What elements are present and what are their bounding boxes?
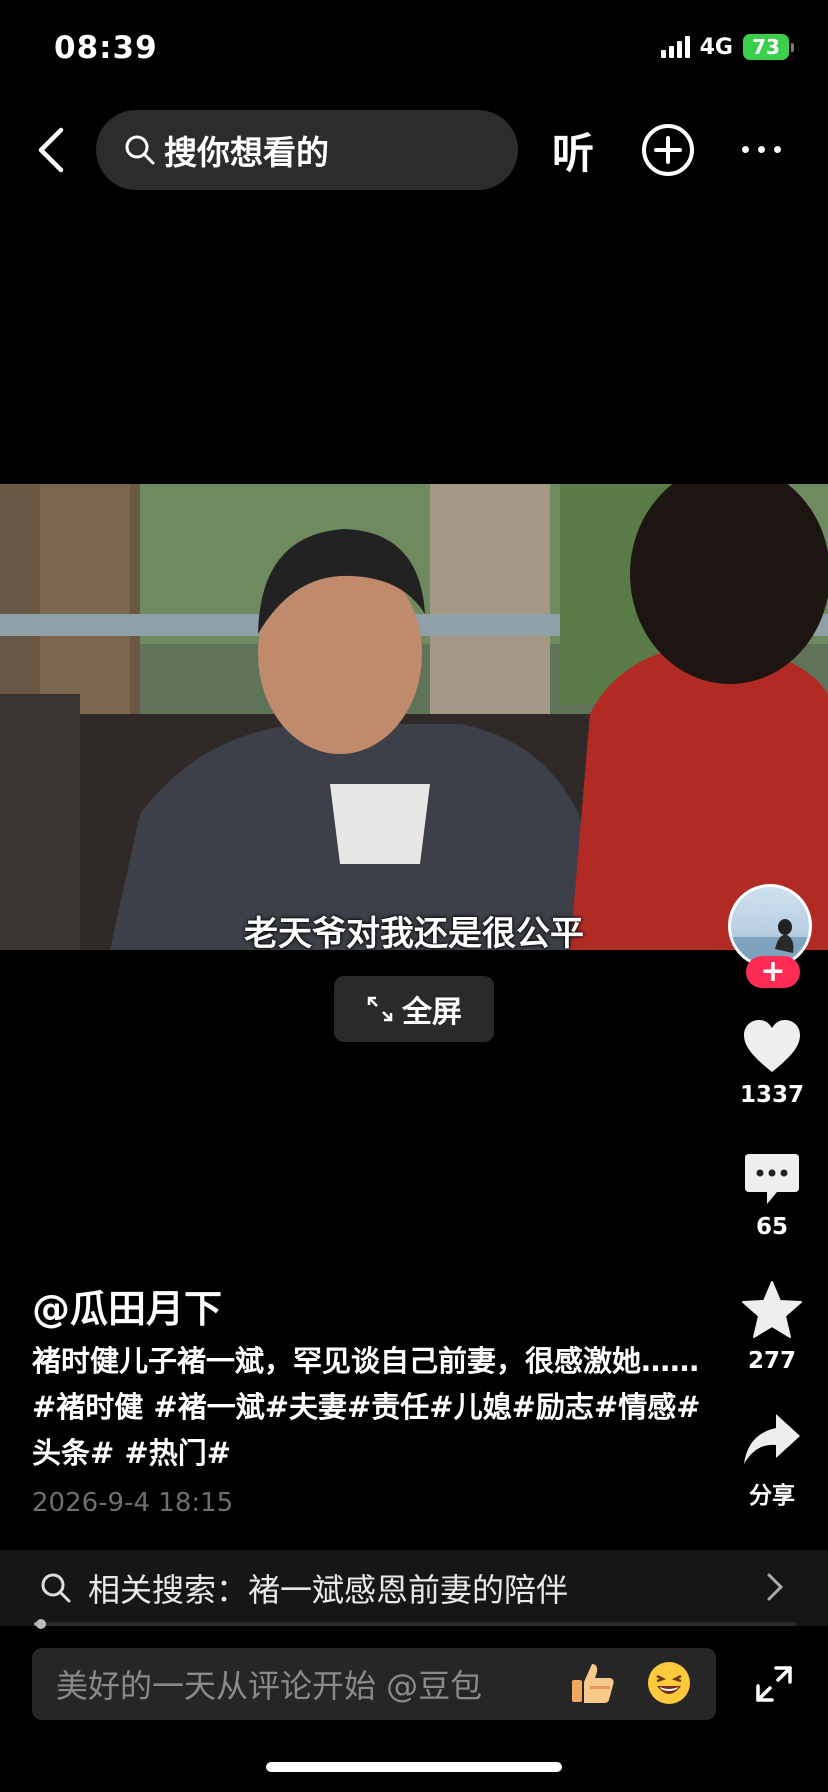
plus-circle-icon xyxy=(642,124,694,176)
post-date: 2026-9-4 18:15 xyxy=(32,1488,234,1518)
progress-handle[interactable] xyxy=(36,1619,46,1629)
listen-button[interactable]: 听 xyxy=(552,120,594,181)
laughing-emoji-button[interactable] xyxy=(646,1660,692,1706)
heart-icon xyxy=(744,1020,800,1072)
add-button[interactable] xyxy=(640,122,696,178)
comment-button[interactable]: 65 xyxy=(722,1152,822,1240)
network-type: 4G xyxy=(699,34,733,60)
expand-icon xyxy=(756,1666,792,1702)
follow-button[interactable]: + xyxy=(746,956,800,988)
share-arrow-icon xyxy=(744,1414,800,1464)
expand-comments-button[interactable] xyxy=(754,1664,794,1704)
status-indicators: 4G 73 xyxy=(660,34,794,60)
comment-bubble-icon xyxy=(745,1154,799,1204)
favorite-count: 277 xyxy=(747,1348,796,1374)
fullscreen-label: 全屏 xyxy=(402,995,462,1030)
video-progress-bar[interactable] xyxy=(34,1619,796,1629)
search-icon xyxy=(125,135,155,165)
author-avatar-group[interactable]: + xyxy=(728,884,816,994)
star-icon xyxy=(742,1281,802,1338)
favorite-button[interactable]: 277 xyxy=(722,1280,822,1374)
video-frame-image xyxy=(0,484,828,950)
like-button[interactable]: 1337 xyxy=(722,1018,822,1108)
battery-icon: 73 xyxy=(743,34,794,60)
battery-level: 73 xyxy=(743,34,789,60)
thumbs-up-emoji-button[interactable] xyxy=(570,1660,616,1706)
signal-icon xyxy=(660,36,690,58)
back-button[interactable] xyxy=(28,118,72,182)
comment-count: 65 xyxy=(755,1214,788,1240)
post-description: 褚时健儿子褚一斌，罕见谈自己前妻，很感激她……#褚时健 #褚一斌#夫妻#责任#儿… xyxy=(32,1344,701,1470)
home-indicator[interactable] xyxy=(266,1762,562,1772)
author-name[interactable]: @瓜田月下 xyxy=(32,1278,222,1333)
share-label: 分享 xyxy=(749,1483,795,1509)
laughing-face-icon xyxy=(648,1662,690,1704)
search-icon xyxy=(41,1573,71,1603)
related-search-bar[interactable]: 相关搜索：褚一斌感恩前妻的陪伴 xyxy=(0,1550,828,1626)
thumbs-up-icon xyxy=(572,1664,614,1703)
expand-arrows-icon xyxy=(367,996,393,1022)
status-time: 08:39 xyxy=(54,30,158,66)
video-subtitle: 老天爷对我还是很公平 xyxy=(244,914,584,954)
fullscreen-button[interactable]: 全屏 xyxy=(334,976,494,1042)
chevron-right-icon xyxy=(767,1573,784,1601)
related-search-text: 相关搜索：褚一斌感恩前妻的陪伴 xyxy=(88,1571,569,1609)
share-button[interactable]: 分享 xyxy=(722,1412,822,1510)
like-count: 1337 xyxy=(739,1082,804,1108)
more-options-button[interactable] xyxy=(742,134,798,164)
chevron-left-icon xyxy=(38,127,64,173)
video-player[interactable] xyxy=(0,484,828,950)
search-input[interactable]: 搜你想看的 xyxy=(96,110,518,190)
search-placeholder: 搜你想看的 xyxy=(164,133,329,172)
comment-placeholder: 美好的一天从评论开始 @豆包 xyxy=(56,1667,483,1705)
